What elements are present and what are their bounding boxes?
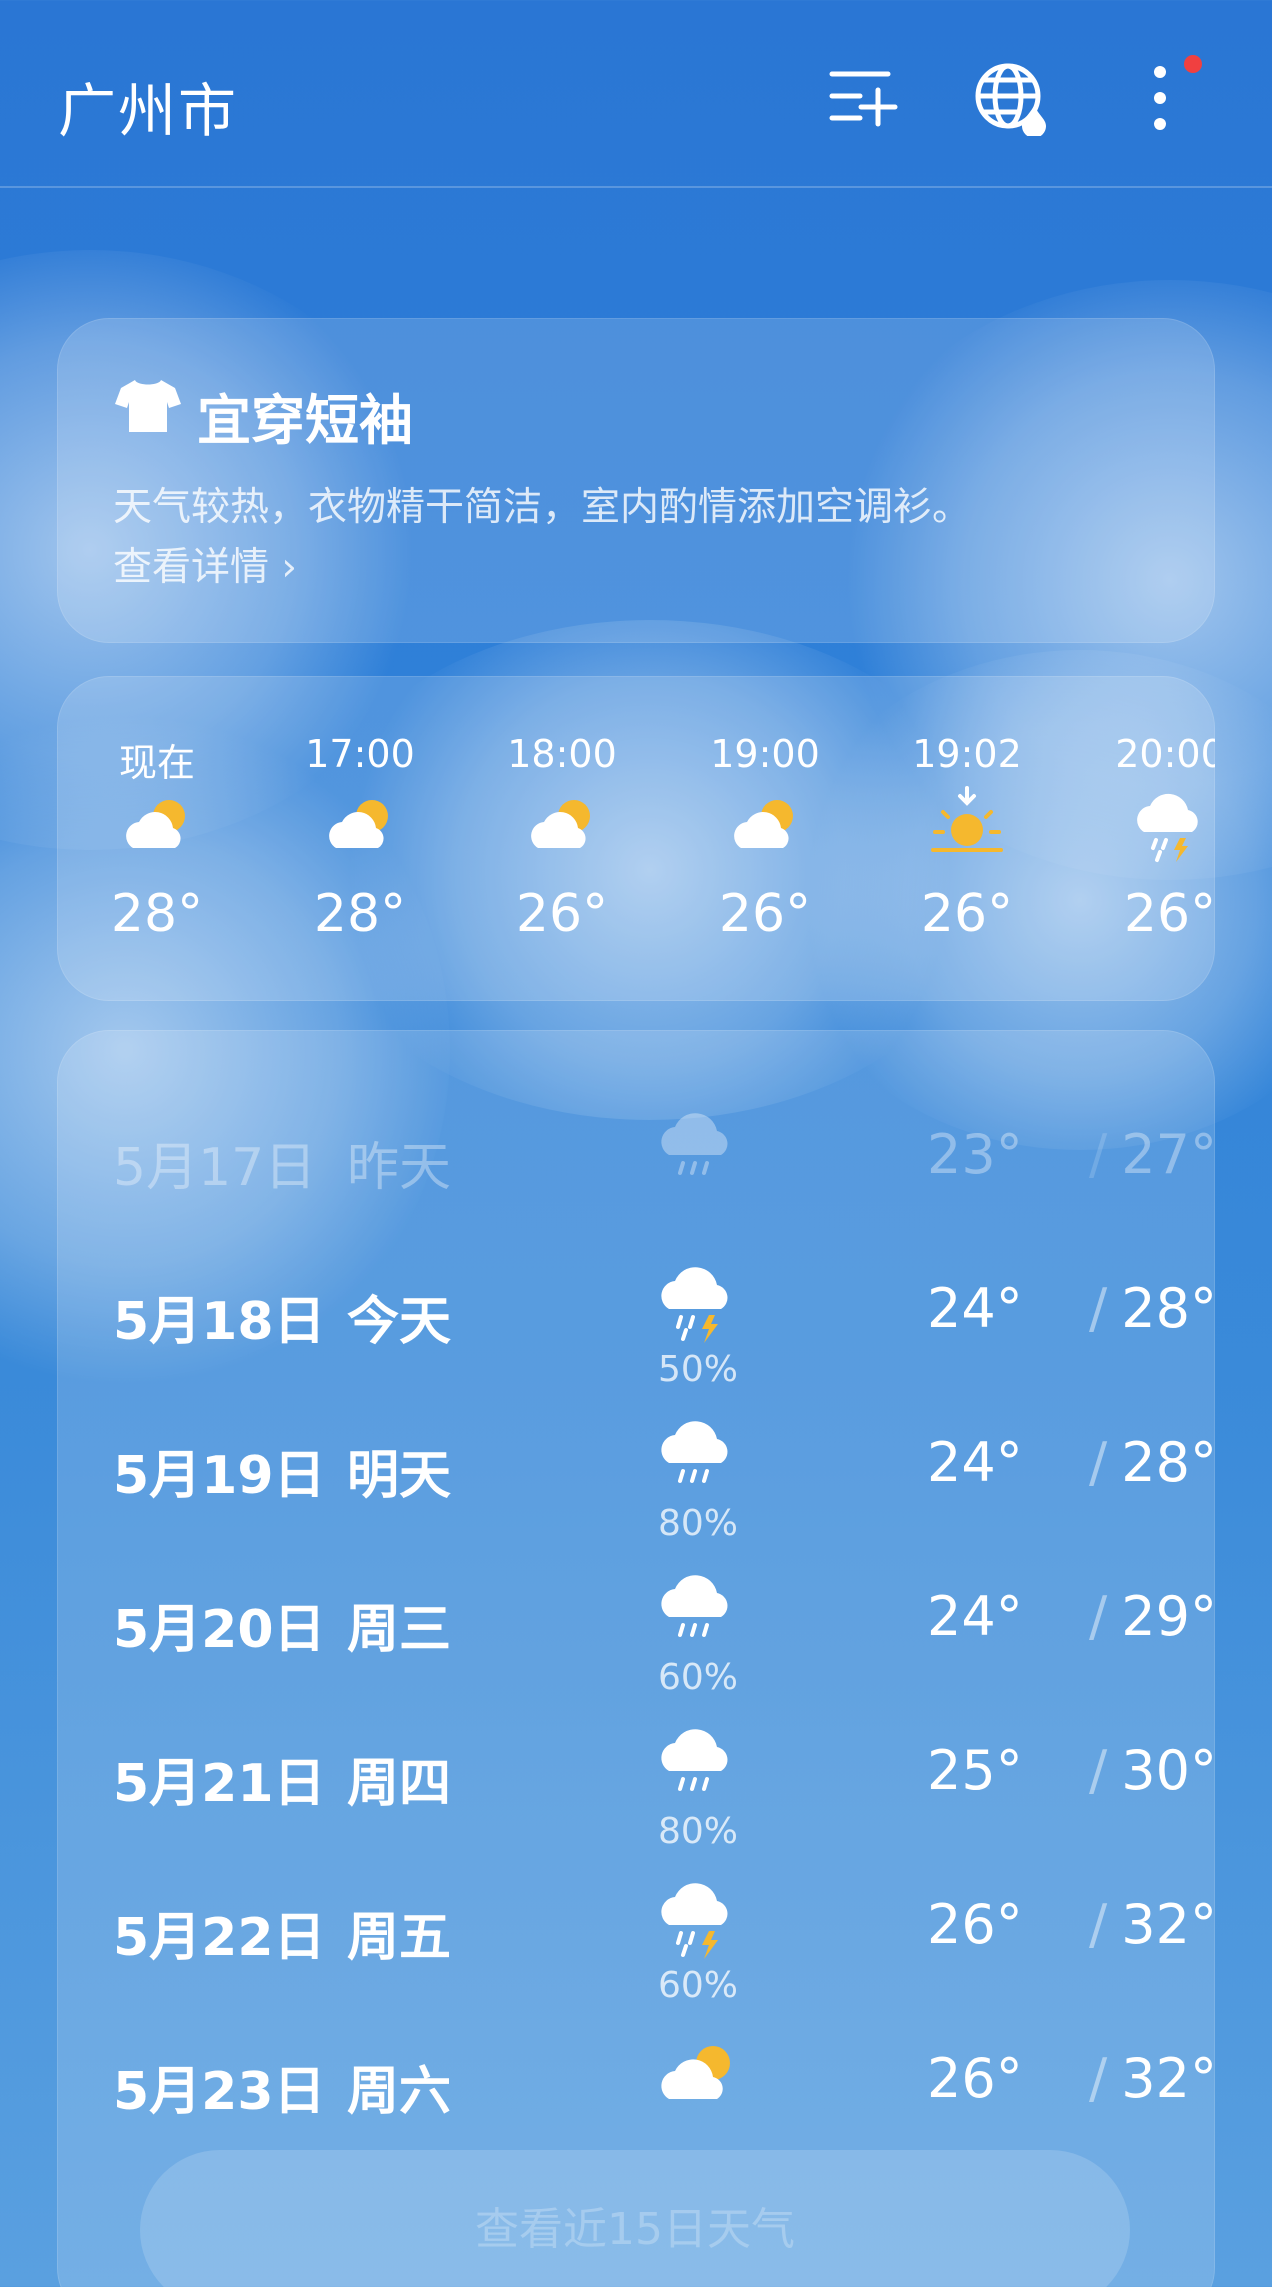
hour-time: 现在 bbox=[118, 741, 195, 785]
precip-probability: 50% bbox=[657, 1349, 738, 1390]
day-date: 5月20日 bbox=[113, 1600, 326, 1660]
high-temp: 29° bbox=[1121, 1585, 1217, 1648]
low-temp: 24° bbox=[927, 1277, 1023, 1340]
clothing-title: 宜穿短袖 bbox=[197, 389, 413, 452]
add-city-icon[interactable] bbox=[826, 60, 902, 136]
low-temp: 24° bbox=[927, 1585, 1023, 1648]
precip-probability: 60% bbox=[657, 1965, 738, 2006]
view-details-link[interactable]: 查看详情 › bbox=[113, 536, 297, 592]
hour-item: 现在 28° bbox=[72, 676, 242, 1001]
thunder-shower-icon bbox=[1130, 786, 1210, 866]
globe-weather-icon[interactable] bbox=[974, 60, 1050, 138]
precip-probability: 60% bbox=[657, 1657, 738, 1698]
day-name: 周三 bbox=[347, 1600, 452, 1660]
hour-temp: 26° bbox=[920, 884, 1014, 944]
hour-item: 18:00 26° bbox=[477, 676, 647, 1001]
hour-temp: 28° bbox=[313, 884, 407, 944]
high-temp: 30° bbox=[1121, 1739, 1217, 1802]
day-date: 5月18日 bbox=[113, 1292, 326, 1352]
daily-row[interactable]: 5月17日 昨天 23° / 27° bbox=[57, 1085, 1217, 1235]
day-date: 5月22日 bbox=[113, 1908, 326, 1968]
high-temp: 32° bbox=[1121, 1893, 1217, 1956]
daily-row[interactable]: 5月21日 周四 80% 25° / 30° bbox=[57, 1701, 1217, 1852]
clothing-suggestion-card[interactable]: 宜穿短袖 天气较热，衣物精干简洁，室内酌情添加空调衫。 查看详情 › bbox=[57, 318, 1215, 643]
more-menu-icon[interactable] bbox=[1122, 60, 1198, 136]
high-temp: 28° bbox=[1121, 1277, 1217, 1340]
day-name: 今天 bbox=[347, 1292, 452, 1352]
hour-temp: 26° bbox=[718, 884, 812, 944]
partly-cloudy-icon bbox=[320, 786, 400, 866]
high-temp: 28° bbox=[1121, 1431, 1217, 1494]
tshirt-icon bbox=[113, 376, 183, 436]
low-temp: 26° bbox=[927, 1893, 1023, 1956]
daily-forecast-card[interactable]: 5月17日 昨天 23° / 27° 5月18日 今天 50% 24° / 28… bbox=[57, 1030, 1217, 2287]
low-temp: 26° bbox=[927, 2047, 1023, 2110]
hour-item: 19:02 26° bbox=[882, 676, 1052, 1001]
rain-icon bbox=[653, 1411, 743, 1501]
hour-time: 19:02 bbox=[912, 732, 1022, 776]
daily-row[interactable]: 5月20日 周三 60% 24° / 29° bbox=[57, 1547, 1217, 1698]
hour-item: 19:00 26° bbox=[680, 676, 850, 1001]
hour-time: 17:00 bbox=[305, 732, 415, 776]
day-date: 5月17日 bbox=[113, 1138, 317, 1198]
partly-cloudy-icon bbox=[653, 2027, 743, 2117]
day-date: 5月23日 bbox=[113, 2062, 326, 2122]
hour-time: 20:00 bbox=[1115, 732, 1215, 776]
daily-row[interactable]: 5月22日 周五 60% 26° / 32° bbox=[57, 1855, 1217, 2006]
day-name: 周六 bbox=[347, 2062, 452, 2122]
day-name: 昨天 bbox=[347, 1138, 452, 1198]
hour-time: 19:00 bbox=[710, 732, 820, 776]
day-name: 明天 bbox=[347, 1446, 452, 1506]
day-name: 周五 bbox=[347, 1908, 452, 1968]
top-bar: 广州市 bbox=[0, 0, 1272, 188]
thunder-shower-icon bbox=[653, 1873, 743, 1963]
day-name: 周四 bbox=[347, 1754, 452, 1814]
low-temp: 23° bbox=[927, 1123, 1023, 1186]
notification-badge bbox=[1184, 55, 1202, 73]
rain-icon bbox=[653, 1719, 743, 1809]
low-temp: 24° bbox=[927, 1431, 1023, 1494]
hour-temp: 26° bbox=[1123, 884, 1215, 944]
hour-temp: 28° bbox=[110, 884, 204, 944]
high-temp: 27° bbox=[1121, 1123, 1217, 1186]
low-temp: 25° bbox=[927, 1739, 1023, 1802]
thunder-shower-icon bbox=[653, 1257, 743, 1347]
day-date: 5月21日 bbox=[113, 1754, 326, 1814]
sunset-icon bbox=[927, 786, 1007, 866]
clothing-description: 天气较热，衣物精干简洁，室内酌情添加空调衫。 bbox=[113, 485, 972, 530]
partly-cloudy-icon bbox=[117, 786, 197, 866]
partly-cloudy-icon bbox=[522, 786, 602, 866]
hourly-forecast-card[interactable]: 现在 28° 17:00 28° 18:00 26° 19:00 26° 19:… bbox=[57, 676, 1215, 1001]
fifteen-day-forecast-button[interactable]: 查看近15日天气 bbox=[140, 2150, 1130, 2287]
rain-icon bbox=[653, 1103, 743, 1193]
daily-row[interactable]: 5月23日 周六 26° / 32° bbox=[57, 2009, 1217, 2159]
precip-probability: 80% bbox=[657, 1503, 738, 1544]
rain-icon bbox=[653, 1565, 743, 1655]
partly-cloudy-icon bbox=[725, 786, 805, 866]
daily-row[interactable]: 5月19日 明天 80% 24° / 28° bbox=[57, 1393, 1217, 1544]
day-date: 5月19日 bbox=[113, 1446, 326, 1506]
high-temp: 32° bbox=[1121, 2047, 1217, 2110]
hour-item: 20:00 26° bbox=[1085, 676, 1215, 1001]
hour-item: 17:00 28° bbox=[275, 676, 445, 1001]
hour-temp: 26° bbox=[515, 884, 609, 944]
precip-probability: 80% bbox=[657, 1811, 738, 1852]
city-title[interactable]: 广州市 bbox=[58, 64, 238, 148]
hour-time: 18:00 bbox=[507, 732, 617, 776]
daily-row[interactable]: 5月18日 今天 50% 24° / 28° bbox=[57, 1239, 1217, 1390]
